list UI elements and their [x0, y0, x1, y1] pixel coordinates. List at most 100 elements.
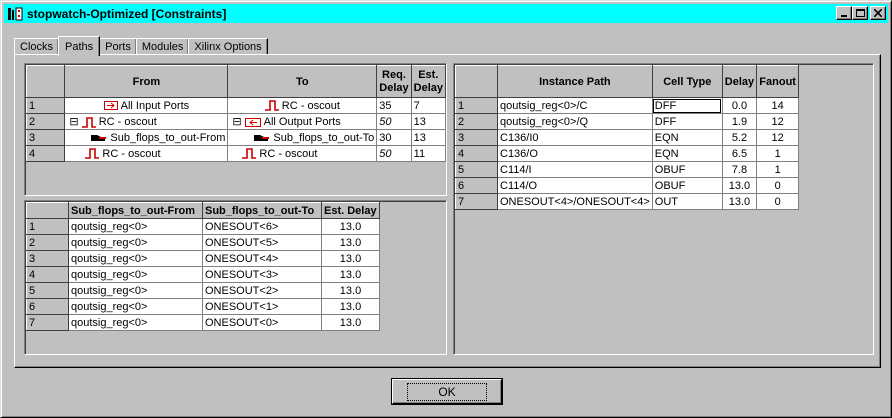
- sub-to-cell[interactable]: ONESOUT<2>: [202, 282, 322, 299]
- est-delay-cell[interactable]: 13: [410, 113, 446, 130]
- table-row[interactable]: 2 ⊟ RC - oscout ⊟ All Output Ports 50 13: [25, 113, 446, 130]
- fanout-cell[interactable]: 0: [756, 177, 800, 194]
- table-row[interactable]: 1 qoutsig_reg<0>/C DFF 0.0 14: [455, 97, 800, 114]
- sub-to-header[interactable]: Sub_flops_to_out-To: [202, 202, 322, 219]
- to-cell[interactable]: RC - oscout: [227, 145, 378, 162]
- row-number[interactable]: 1: [26, 218, 69, 235]
- table-row[interactable]: 1 qoutsig_reg<0> ONESOUT<6> 13.0: [26, 218, 380, 235]
- tab-xilinx-options[interactable]: Xilinx Options: [188, 38, 268, 55]
- sub-est-cell[interactable]: 13.0: [321, 266, 380, 283]
- sub-from-cell[interactable]: qoutsig_reg<0>: [68, 266, 203, 283]
- tab-ports[interactable]: Ports: [99, 38, 137, 55]
- instance-path-cell[interactable]: C136/I0: [497, 129, 653, 146]
- row-number[interactable]: 2: [26, 234, 69, 251]
- sub-from-cell[interactable]: qoutsig_reg<0>: [68, 218, 203, 235]
- close-button[interactable]: [870, 6, 886, 20]
- to-cell[interactable]: ⊟ All Output Ports: [227, 113, 378, 130]
- row-number[interactable]: 6: [455, 177, 498, 194]
- row-number[interactable]: 2: [25, 113, 66, 130]
- collapse-icon[interactable]: ⊟: [69, 116, 78, 128]
- instance-path-cell[interactable]: C114/I: [497, 161, 653, 178]
- sub-from-cell[interactable]: qoutsig_reg<0>: [68, 298, 203, 315]
- sub-from-cell[interactable]: qoutsig_reg<0>: [68, 282, 203, 299]
- tab-clocks[interactable]: Clocks: [14, 38, 60, 55]
- cell-type-cell[interactable]: EQN: [651, 129, 723, 146]
- row-number[interactable]: 5: [26, 282, 69, 299]
- table-row[interactable]: 4 C136/O EQN 6.5 1: [455, 145, 800, 162]
- tab-modules[interactable]: Modules: [135, 38, 190, 55]
- fanout-cell[interactable]: 0: [756, 193, 800, 210]
- fanout-cell[interactable]: 1: [756, 161, 800, 178]
- row-number[interactable]: 1: [455, 97, 498, 114]
- est-delay-header[interactable]: Est. Delay: [410, 65, 446, 98]
- sub-est-cell[interactable]: 13.0: [321, 298, 380, 315]
- sub-est-cell[interactable]: 13.0: [321, 250, 380, 267]
- row-number[interactable]: 4: [455, 145, 498, 162]
- fanout-header[interactable]: Fanout: [756, 65, 800, 98]
- sub-to-cell[interactable]: ONESOUT<6>: [202, 218, 322, 235]
- row-number[interactable]: 1: [25, 97, 66, 114]
- cell-type-cell[interactable]: EQN: [651, 145, 723, 162]
- row-number[interactable]: 3: [25, 129, 66, 146]
- table-row[interactable]: 2 qoutsig_reg<0>/Q DFF 1.9 12: [455, 113, 800, 130]
- ok-button[interactable]: OK: [392, 379, 502, 404]
- sub-to-cell[interactable]: ONESOUT<5>: [202, 234, 322, 251]
- row-number[interactable]: 4: [26, 266, 69, 283]
- table-row[interactable]: 5 C114/I OBUF 7.8 1: [455, 161, 800, 178]
- row-number[interactable]: 5: [455, 161, 498, 178]
- minimize-button[interactable]: [836, 6, 852, 20]
- table-row[interactable]: 5 qoutsig_reg<0> ONESOUT<2> 13.0: [26, 282, 380, 299]
- row-number[interactable]: 4: [25, 145, 66, 162]
- title-bar[interactable]: stopwatch-Optimized [Constraints]: [4, 4, 888, 23]
- sub-est-cell[interactable]: 13.0: [321, 218, 380, 235]
- to-cell[interactable]: RC - oscout: [227, 97, 378, 114]
- instance-path-cell[interactable]: C114/O: [497, 177, 653, 194]
- table-row[interactable]: 3 qoutsig_reg<0> ONESOUT<4> 13.0: [26, 250, 380, 267]
- sub-to-cell[interactable]: ONESOUT<3>: [202, 266, 322, 283]
- instance-path-cell[interactable]: qoutsig_reg<0>/Q: [497, 113, 653, 130]
- delay-cell[interactable]: 6.5: [721, 145, 758, 162]
- sub-est-cell[interactable]: 13.0: [321, 314, 380, 331]
- cell-type-cell[interactable]: DFF: [651, 113, 723, 130]
- sub-from-cell[interactable]: qoutsig_reg<0>: [68, 234, 203, 251]
- fanout-cell[interactable]: 12: [756, 129, 800, 146]
- row-number[interactable]: 3: [455, 129, 498, 146]
- to-cell[interactable]: Sub_flops_to_out-To: [227, 129, 378, 146]
- sub-est-cell[interactable]: 13.0: [321, 282, 380, 299]
- req-delay-cell[interactable]: 35: [376, 97, 412, 114]
- sub-from-header[interactable]: Sub_flops_to_out-From: [68, 202, 203, 219]
- delay-cell[interactable]: 1.9: [721, 113, 758, 130]
- row-number[interactable]: 2: [455, 113, 498, 130]
- delay-cell[interactable]: 0.0: [721, 97, 758, 114]
- table-row[interactable]: 6 C114/O OBUF 13.0 0: [455, 177, 800, 194]
- sub-to-cell[interactable]: ONESOUT<0>: [202, 314, 322, 331]
- delay-cell[interactable]: 7.8: [721, 161, 758, 178]
- cell-type-cell[interactable]: OBUF: [651, 161, 723, 178]
- cell-type-cell[interactable]: OBUF: [651, 177, 723, 194]
- delay-header[interactable]: Delay: [721, 65, 758, 98]
- from-cell[interactable]: Sub_flops_to_out-From: [64, 129, 229, 146]
- req-delay-cell[interactable]: 30: [376, 129, 412, 146]
- maximize-button[interactable]: [852, 6, 868, 20]
- fanout-cell[interactable]: 12: [756, 113, 800, 130]
- sub-from-cell[interactable]: qoutsig_reg<0>: [68, 314, 203, 331]
- table-row[interactable]: 4 qoutsig_reg<0> ONESOUT<3> 13.0: [26, 266, 380, 283]
- tab-paths[interactable]: Paths: [58, 36, 101, 56]
- from-cell[interactable]: RC - oscout: [64, 145, 229, 162]
- row-number[interactable]: 3: [26, 250, 69, 267]
- sub-est-delay-header[interactable]: Est. Delay: [321, 202, 380, 219]
- sub-from-cell[interactable]: qoutsig_reg<0>: [68, 250, 203, 267]
- sub-to-cell[interactable]: ONESOUT<4>: [202, 250, 322, 267]
- from-header[interactable]: From: [64, 65, 229, 98]
- table-row[interactable]: 6 qoutsig_reg<0> ONESOUT<1> 13.0: [26, 298, 380, 315]
- table-row[interactable]: 7 qoutsig_reg<0> ONESOUT<0> 13.0: [26, 314, 380, 331]
- row-number[interactable]: 7: [26, 314, 69, 331]
- req-delay-header[interactable]: Req. Delay: [376, 65, 412, 98]
- delay-cell[interactable]: 13.0: [721, 193, 758, 210]
- est-delay-cell[interactable]: 13: [410, 129, 446, 146]
- table-row[interactable]: 7 ONESOUT<4>/ONESOUT<4> OUT 13.0 0: [455, 193, 800, 210]
- fanout-cell[interactable]: 14: [756, 97, 800, 114]
- delay-cell[interactable]: 5.2: [721, 129, 758, 146]
- instance-path-cell[interactable]: ONESOUT<4>/ONESOUT<4>: [497, 193, 653, 210]
- sub-to-cell[interactable]: ONESOUT<1>: [202, 298, 322, 315]
